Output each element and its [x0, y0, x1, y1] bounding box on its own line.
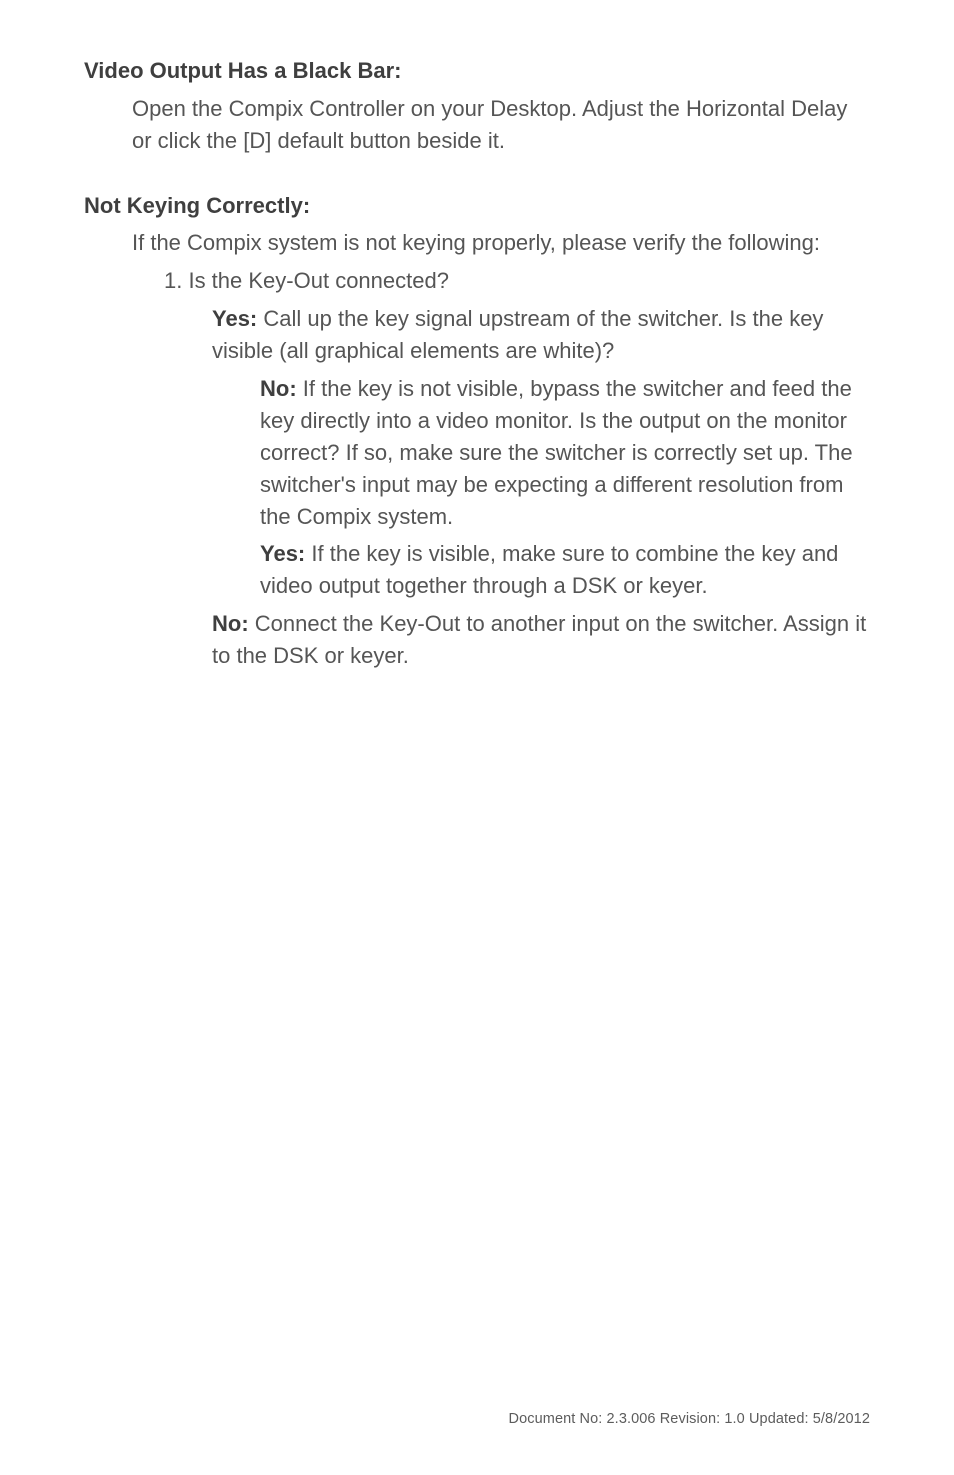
sub-yes-label: Yes:: [260, 541, 305, 566]
heading-not-keying: Not Keying Correctly:: [84, 191, 870, 222]
step-1: 1. Is the Key-Out connected?: [164, 265, 870, 297]
sub-no-text: If the key is not visible, bypass the sw…: [260, 376, 853, 529]
section-not-keying: Not Keying Correctly: If the Compix syst…: [84, 191, 870, 672]
section-video-output: Video Output Has a Black Bar: Open the C…: [84, 56, 870, 157]
sub-yes-text: If the key is visible, make sure to comb…: [260, 541, 838, 598]
yes-branch: Yes: Call up the key signal upstream of …: [212, 303, 870, 367]
body-video-output: Open the Compix Controller on your Deskt…: [132, 93, 870, 157]
yes-label: Yes:: [212, 306, 257, 331]
intro-not-keying: If the Compix system is not keying prope…: [132, 227, 870, 259]
yes-text: Call up the key signal upstream of the s…: [212, 306, 823, 363]
sub-yes-branch: Yes: If the key is visible, make sure to…: [260, 538, 870, 602]
no-branch: No: Connect the Key-Out to another input…: [212, 608, 870, 672]
footer-text: Document No: 2.3.006 Revision: 1.0 Updat…: [509, 1411, 870, 1427]
no-text: Connect the Key-Out to another input on …: [212, 611, 866, 668]
document-page: Video Output Has a Black Bar: Open the C…: [0, 0, 954, 1475]
no-label: No:: [212, 611, 249, 636]
sub-no-branch: No: If the key is not visible, bypass th…: [260, 373, 870, 532]
heading-video-output: Video Output Has a Black Bar:: [84, 56, 870, 87]
sub-no-label: No:: [260, 376, 297, 401]
